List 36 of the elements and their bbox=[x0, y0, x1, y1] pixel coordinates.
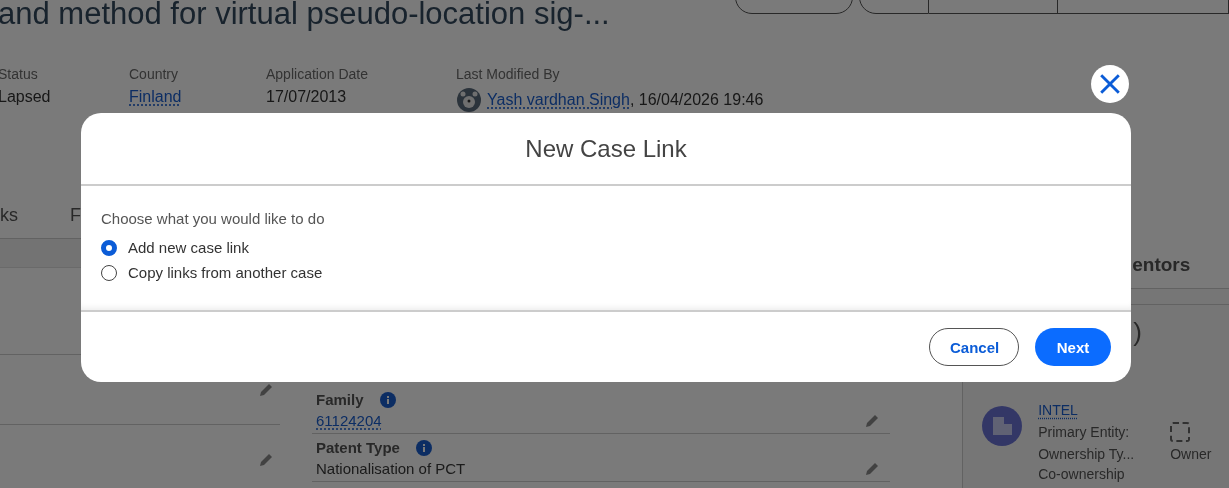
owner-field-value: Owner bbox=[1170, 446, 1212, 462]
info-icon[interactable] bbox=[379, 391, 396, 408]
field-label: Country bbox=[129, 66, 180, 82]
field-label: Patent Type bbox=[316, 439, 400, 456]
field-value: Nationalisation of PCT bbox=[316, 460, 466, 477]
close-button[interactable] bbox=[1091, 65, 1129, 103]
dialog-title: New Case Link bbox=[525, 134, 687, 163]
record-title: and method for virtual pseudo-location sig-... bbox=[0, 0, 611, 32]
tab[interactable]: ks bbox=[0, 204, 18, 226]
field-link[interactable]: 61124204 bbox=[316, 412, 382, 429]
radio-button[interactable] bbox=[101, 239, 117, 256]
radio-option[interactable]: Copy links from another case bbox=[101, 264, 323, 281]
owner-field-label: Co-ownership bbox=[1038, 466, 1126, 482]
checkbox[interactable] bbox=[1170, 422, 1191, 442]
owner-field-label: Ownership Ty... bbox=[1038, 446, 1136, 462]
field-label: Last Modified By bbox=[456, 66, 561, 82]
tab[interactable]: F bbox=[70, 204, 81, 226]
info-icon[interactable] bbox=[415, 439, 432, 456]
radio-button[interactable] bbox=[101, 264, 117, 281]
dialog-prompt: Choose what you would like to do bbox=[101, 210, 325, 227]
field-label: Application Date bbox=[266, 66, 369, 82]
field-value: 17/07/2013 bbox=[266, 88, 348, 106]
close-icon bbox=[1099, 73, 1121, 95]
panel-tab[interactable]: entors bbox=[1132, 254, 1191, 276]
next-button[interactable]: Next bbox=[1035, 328, 1111, 366]
field-label: Family bbox=[316, 391, 364, 408]
count-text: ) bbox=[1133, 317, 1143, 348]
cancel-button[interactable]: Cancel bbox=[929, 328, 1019, 366]
modified-timestamp: , 16/04/2026 19:46 bbox=[629, 91, 764, 109]
field-value: Lapsed bbox=[0, 88, 52, 106]
owner-link[interactable]: INTEL bbox=[1038, 402, 1212, 418]
user-link[interactable]: Yash vardhan Singh bbox=[487, 91, 630, 109]
radio-option[interactable]: Add new case link bbox=[101, 239, 249, 256]
owner-field-label: Primary Entity: bbox=[1038, 424, 1131, 440]
field-link[interactable]: Finland bbox=[129, 88, 182, 106]
pencil-icon[interactable] bbox=[258, 381, 274, 398]
